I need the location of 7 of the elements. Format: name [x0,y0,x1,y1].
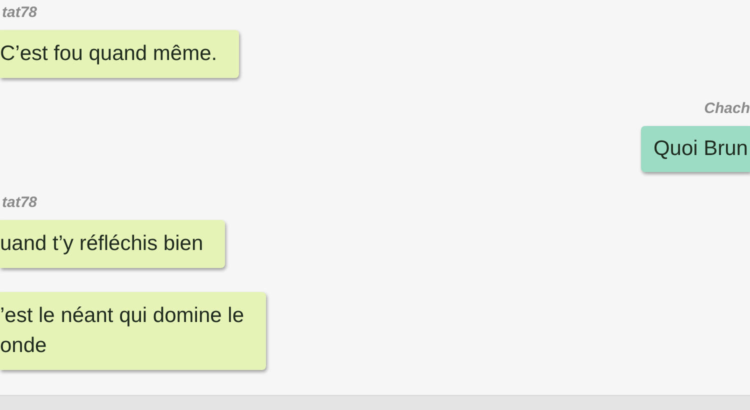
message-bubble: uand t’y réfléchis bien [0,220,226,268]
message-bubble: ’est le néant qui domine le onde [0,292,266,370]
sender-name: tat78 [1,4,38,22]
sender-name: tat78 [1,194,38,212]
sender-name: Chach [704,100,750,118]
message-bubble: C’est fou quand même. [0,30,240,78]
message-bubble: Quoi Brun [641,126,750,172]
